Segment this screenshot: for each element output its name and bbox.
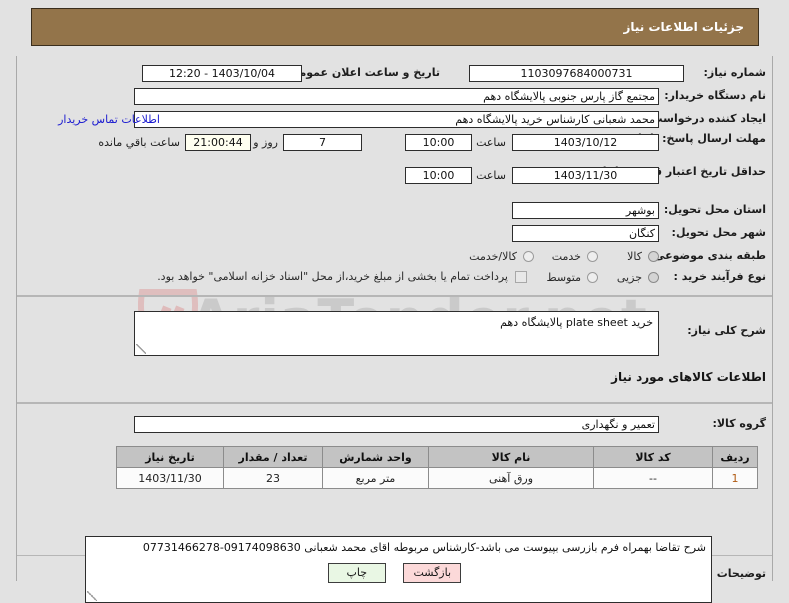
treasury-note-label: پرداخت تمام یا بخشی از مبلغ خرید،از محل … bbox=[157, 270, 508, 283]
goods-group-value: تعمیر و نگهداری bbox=[134, 416, 659, 433]
section-goods: گروه کالا: تعمیر و نگهداری ردیف کد کالا … bbox=[17, 403, 772, 603]
col-name: نام کالا bbox=[428, 446, 594, 468]
announce-datetime-label: تاریخ و ساعت اعلان عمومی: bbox=[283, 66, 440, 79]
price-validity-time: 10:00 bbox=[405, 167, 472, 184]
goods-group-label: گروه کالا: bbox=[712, 417, 766, 430]
row-request-creator: ایجاد کننده درخواست: محمد شعبانی کارشناس… bbox=[19, 110, 772, 132]
print-button[interactable]: چاپ bbox=[327, 563, 386, 583]
price-validity-time-label: ساعت bbox=[476, 169, 506, 182]
buyer-org-label: نام دستگاه خریدار: bbox=[664, 89, 766, 102]
col-unit: واحد شمارش bbox=[322, 446, 429, 468]
radio-subject-goods[interactable] bbox=[648, 251, 659, 262]
answer-deadline-label: مهلت ارسال پاسخ: تا تاریخ: bbox=[615, 132, 766, 145]
col-quantity: تعداد / مقدار bbox=[223, 446, 323, 468]
description-textarea[interactable]: خرید plate sheet پالایشگاه دهم bbox=[134, 311, 659, 356]
radio-subject-goods-service-label: کالا/خدمت bbox=[469, 250, 517, 263]
radio-process-minor-label: جزیی bbox=[616, 271, 642, 284]
row-need-number: شماره نیاز: 1103097684000731 تاریخ و ساع… bbox=[19, 64, 772, 86]
section-description: شرح کلی نیاز: خرید plate sheet پالایشگاه… bbox=[17, 296, 772, 403]
col-index: ردیف bbox=[712, 446, 758, 468]
need-number-label: شماره نیاز: bbox=[703, 66, 766, 79]
cell-unit: متر مربع bbox=[322, 467, 429, 489]
section-need-info: شماره نیاز: 1103097684000731 تاریخ و ساع… bbox=[17, 56, 772, 296]
creator-label: ایجاد کننده درخواست: bbox=[647, 112, 766, 125]
cell-index: 1 bbox=[712, 467, 758, 489]
table-row: 1 -- ورق آهنی متر مربع 23 1403/11/30 bbox=[116, 467, 758, 489]
radio-subject-service-label: خدمت bbox=[551, 250, 581, 263]
radio-process-medium-label: متوسط bbox=[546, 271, 581, 284]
province-value: بوشهر bbox=[512, 202, 659, 219]
description-label: شرح کلی نیاز: bbox=[687, 324, 766, 337]
answer-deadline-days-label: روز و bbox=[253, 136, 278, 149]
treasury-note-checkbox[interactable] bbox=[515, 271, 527, 283]
creator-value: محمد شعبانی کارشناس خرید پالایشگاه دهم bbox=[134, 111, 659, 128]
answer-deadline-time: 10:00 bbox=[405, 134, 472, 151]
city-label: شهر محل تحویل: bbox=[671, 226, 766, 239]
radio-process-minor[interactable] bbox=[648, 272, 659, 283]
goods-table: ردیف کد کالا نام کالا واحد شمارش تعداد /… bbox=[116, 446, 758, 489]
province-label: استان محل تحویل: bbox=[663, 203, 766, 216]
buyer-org-value: مجتمع گاز پارس جنوبی پالایشگاه دهم bbox=[134, 88, 659, 105]
answer-deadline-days: 7 bbox=[283, 134, 362, 151]
row-price-validity: حداقل تاریخ اعتبار قیمت: تا تاریخ: 1403/… bbox=[19, 166, 772, 196]
purchase-process-label: نوع فرآیند خرید : bbox=[673, 270, 766, 283]
main-panel: شماره نیاز: 1103097684000731 تاریخ و ساع… bbox=[16, 56, 773, 603]
answer-deadline-countdown: 21:00:44 bbox=[185, 134, 251, 151]
cell-name: ورق آهنی bbox=[428, 467, 594, 489]
need-number-value: 1103097684000731 bbox=[469, 65, 684, 82]
buyer-contact-link[interactable]: اطلاعات تماس خریدار bbox=[58, 113, 160, 126]
page-header: جزئیات اطلاعات نیاز bbox=[31, 8, 759, 46]
back-button[interactable]: بازگشت bbox=[403, 563, 462, 583]
row-subject-category: طبقه بندی موضوعی: کالا خدمت کالا/خدمت bbox=[19, 247, 772, 269]
announce-datetime-value: 1403/10/04 - 12:20 bbox=[142, 65, 302, 82]
city-value: کنگان bbox=[512, 225, 659, 242]
page-title: جزئیات اطلاعات نیاز bbox=[623, 20, 744, 34]
answer-deadline-date: 1403/10/12 bbox=[512, 134, 659, 151]
row-answer-deadline: مهلت ارسال پاسخ: تا تاریخ: 1403/10/12 سا… bbox=[19, 133, 772, 163]
cell-quantity: 23 bbox=[223, 467, 323, 489]
col-need-date: تاریخ نیاز bbox=[116, 446, 224, 468]
radio-process-medium[interactable] bbox=[587, 272, 598, 283]
description-value: خرید plate sheet پالایشگاه دهم bbox=[500, 316, 653, 329]
answer-deadline-time-label: ساعت bbox=[476, 136, 506, 149]
goods-section-title: اطلاعات کالاهای مورد نیاز bbox=[611, 370, 766, 384]
radio-subject-goods-label: کالا bbox=[627, 250, 642, 263]
cell-code: -- bbox=[593, 467, 713, 489]
subject-category-label: طبقه بندی موضوعی: bbox=[649, 249, 766, 262]
row-purchase-process: نوع فرآیند خرید : جزیی متوسط پرداخت تمام… bbox=[19, 268, 772, 290]
radio-subject-goods-service[interactable] bbox=[523, 251, 534, 262]
row-goods-group: گروه کالا: تعمیر و نگهداری bbox=[19, 415, 772, 437]
row-city: شهر محل تحویل: کنگان bbox=[19, 224, 772, 246]
action-button-bar: بازگشت چاپ bbox=[0, 563, 789, 587]
cell-need-date: 1403/11/30 bbox=[116, 467, 224, 489]
row-buyer-org: نام دستگاه خریدار: مجتمع گاز پارس جنوبی … bbox=[19, 87, 772, 109]
resize-handle-icon[interactable] bbox=[136, 344, 146, 354]
buyer-notes-value: شرح تقاضا بهمراه فرم بازرسی بپیوست می با… bbox=[142, 541, 706, 554]
col-code: کد کالا bbox=[593, 446, 713, 468]
table-header-row: ردیف کد کالا نام کالا واحد شمارش تعداد /… bbox=[116, 446, 758, 468]
resize-handle-icon[interactable] bbox=[87, 591, 97, 601]
price-validity-date: 1403/11/30 bbox=[512, 167, 659, 184]
answer-deadline-countdown-label: ساعت باقي مانده bbox=[98, 136, 180, 149]
radio-subject-service[interactable] bbox=[587, 251, 598, 262]
price-validity-label: حداقل تاریخ اعتبار قیمت: تا تاریخ: bbox=[579, 165, 766, 178]
row-province: استان محل تحویل: بوشهر bbox=[19, 201, 772, 223]
